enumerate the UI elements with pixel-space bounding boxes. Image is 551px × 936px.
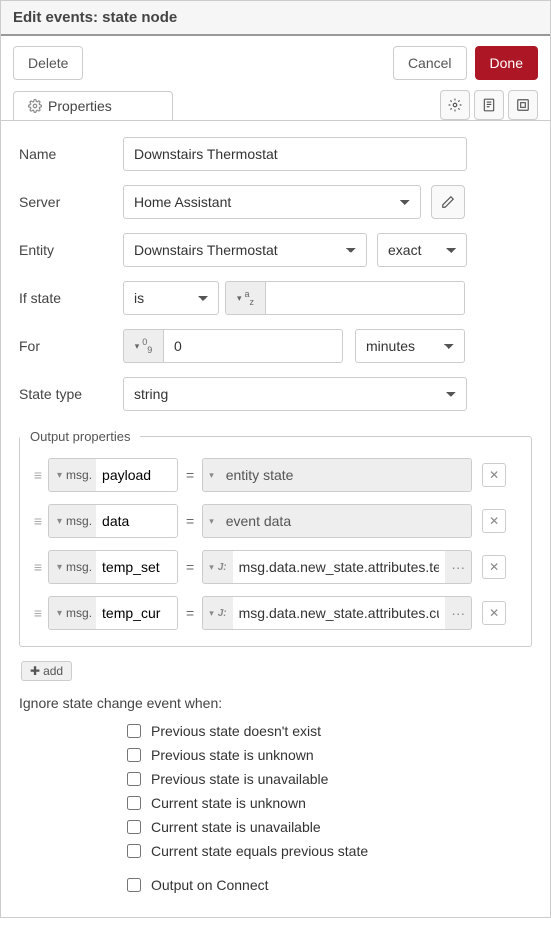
ignore-checkbox[interactable] [127,724,141,738]
ignore-check-label: Current state is unknown [151,795,306,811]
for-units-select[interactable]: minutes [355,329,465,363]
ignore-checkbox[interactable] [127,748,141,762]
ignore-check-row[interactable]: Previous state doesn't exist [127,723,532,739]
ignore-check-label: Previous state is unavailable [151,771,328,787]
drag-handle-icon[interactable]: ≡ [28,513,48,529]
ignore-check-label: Previous state doesn't exist [151,723,321,739]
ignore-checkbox[interactable] [127,772,141,786]
statetype-label: State type [19,386,123,402]
equals-sign: = [186,467,194,483]
gear-icon [28,99,42,113]
expand-expression-button[interactable]: ··· [445,559,471,575]
name-label: Name [19,146,123,162]
tab-properties[interactable]: Properties [13,91,173,120]
msg-key-box[interactable]: ▾msg. [48,458,178,492]
output-on-connect-row[interactable]: Output on Connect [127,877,532,893]
editor-panel: Edit events: state node Delete Cancel Do… [0,0,551,918]
server-label: Server [19,194,123,210]
output-on-connect-label: Output on Connect [151,877,269,893]
ignore-check-row[interactable]: Previous state is unavailable [127,771,532,787]
value-box[interactable]: ▾ [202,458,472,492]
server-select[interactable]: Home Assistant [123,185,421,219]
value-box[interactable]: ▾ [202,504,472,538]
output-row: ≡▾msg. = ▾ ✕ [28,452,523,498]
msg-key-input[interactable] [96,597,177,629]
for-label: For [19,338,123,354]
msg-key-input[interactable] [96,551,177,583]
output-properties-box: Output properties ≡▾msg.=▾✕≡▾msg.=▾✕≡▾ms… [19,425,532,647]
docs-button[interactable] [474,90,504,120]
output-row: ≡▾msg. = ▾ ✕ [28,498,523,544]
value-type-button[interactable]: ▾J: [203,562,232,573]
expand-expression-button[interactable]: ··· [445,605,471,621]
ignore-check-label: Current state equals previous state [151,843,368,859]
plus-icon: ✚ [30,664,40,678]
value-type-button[interactable]: ▾ [203,470,220,481]
output-row: ≡▾msg. = ▾J: ··· ✕ [28,544,523,590]
name-input[interactable] [123,137,467,171]
panel-title: Edit events: state node [1,1,550,36]
settings-button[interactable] [440,90,470,120]
action-bar: Delete Cancel Done [1,36,550,90]
ignore-check-row[interactable]: Previous state is unknown [127,747,532,763]
msg-key-input[interactable] [96,505,177,537]
value-box[interactable]: ▾J: ··· [202,596,472,630]
add-output-button[interactable]: ✚add [21,661,72,681]
output-on-connect-checkbox[interactable] [127,878,141,892]
equals-sign: = [186,513,194,529]
msg-key-box[interactable]: ▾msg. [48,504,178,538]
expand-button[interactable] [508,90,538,120]
drag-handle-icon[interactable]: ≡ [28,559,48,575]
value-box[interactable]: ▾J: ··· [202,550,472,584]
cancel-button[interactable]: Cancel [393,46,467,80]
msg-key-input[interactable] [96,459,177,491]
output-row: ≡▾msg. = ▾J: ··· ✕ [28,590,523,636]
entity-mode-select[interactable]: exact [377,233,467,267]
value-type-button[interactable]: ▾J: [203,608,232,619]
equals-sign: = [186,605,194,621]
delete-row-button[interactable]: ✕ [482,555,506,579]
value-input[interactable] [233,551,446,583]
tab-properties-label: Properties [48,98,112,114]
drag-handle-icon[interactable]: ≡ [28,467,48,483]
delete-row-button[interactable]: ✕ [482,463,506,487]
drag-handle-icon[interactable]: ≡ [28,605,48,621]
for-input[interactable] [163,329,343,363]
ifstate-input[interactable] [265,281,465,315]
value-input[interactable] [220,505,471,537]
entity-label: Entity [19,242,123,258]
value-input[interactable] [233,597,446,629]
delete-button[interactable]: Delete [13,46,83,80]
msg-key-box[interactable]: ▾msg. [48,596,178,630]
ignore-checkbox[interactable] [127,820,141,834]
statetype-select[interactable]: string [123,377,467,411]
ignore-checkbox[interactable] [127,844,141,858]
ignore-label: Ignore state change event when: [19,695,532,711]
ignore-checkbox[interactable] [127,796,141,810]
form-body: Name Server Home Assistant Entity Downst… [1,121,550,917]
delete-row-button[interactable]: ✕ [482,601,506,625]
ifstate-op-select[interactable]: is [123,281,219,315]
msg-key-box[interactable]: ▾msg. [48,550,178,584]
ignore-check-row[interactable]: Current state is unavailable [127,819,532,835]
done-button[interactable]: Done [475,46,538,80]
for-type-button[interactable]: ▾ 09 [123,329,163,363]
ignore-check-row[interactable]: Current state equals previous state [127,843,532,859]
entity-select[interactable]: Downstairs Thermostat [123,233,367,267]
edit-server-button[interactable] [431,185,465,219]
ifstate-label: If state [19,290,123,306]
ignore-check-label: Current state is unavailable [151,819,321,835]
equals-sign: = [186,559,194,575]
ignore-check-row[interactable]: Current state is unknown [127,795,532,811]
output-properties-legend: Output properties [20,425,140,448]
value-type-button[interactable]: ▾ [203,516,220,527]
ignore-check-label: Previous state is unknown [151,747,314,763]
value-input[interactable] [220,459,471,491]
ifstate-type-button[interactable]: ▾ az [225,281,265,315]
tab-bar: Properties [1,90,550,121]
delete-row-button[interactable]: ✕ [482,509,506,533]
